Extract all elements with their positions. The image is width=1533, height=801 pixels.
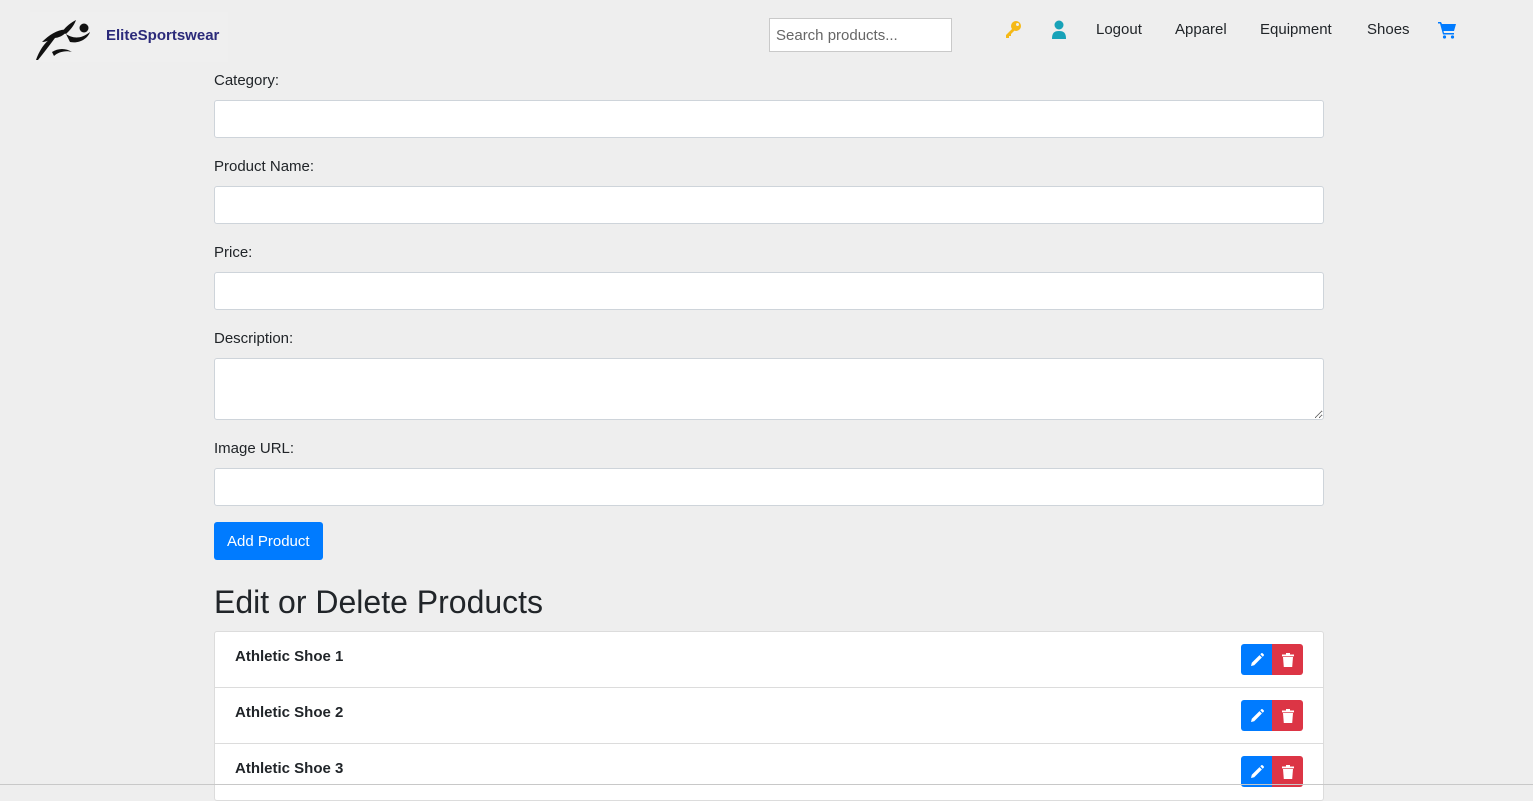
product-name-input[interactable]: [214, 186, 1324, 224]
list-item: Athletic Shoe 2: [215, 688, 1323, 744]
list-item: Athletic Shoe 1: [215, 632, 1323, 688]
nav-link-shoes[interactable]: Shoes: [1367, 21, 1410, 38]
brand[interactable]: EliteSportswear: [30, 12, 228, 62]
key-icon[interactable]: [1003, 20, 1023, 40]
section-title: Edit or Delete Products: [214, 584, 544, 620]
nav-link-equipment[interactable]: Equipment: [1260, 21, 1332, 38]
trash-icon: [1281, 708, 1294, 723]
runner-icon: [36, 20, 90, 60]
user-icon[interactable]: [1049, 20, 1069, 40]
pencil-icon: [1250, 652, 1264, 666]
price-label: Price:: [214, 244, 253, 261]
description-textarea[interactable]: [214, 358, 1324, 420]
delete-button[interactable]: [1272, 700, 1303, 731]
pencil-icon: [1250, 708, 1264, 722]
list-item: Athletic Shoe 3: [215, 744, 1323, 800]
add-product-button[interactable]: Add Product: [214, 522, 323, 560]
product-list: Athletic Shoe 1 Athletic Shoe 2 Athletic…: [214, 631, 1324, 801]
action-buttons: [1241, 700, 1303, 731]
delete-button[interactable]: [1272, 756, 1303, 787]
nav-link-logout[interactable]: Logout: [1096, 21, 1142, 38]
nav-link-apparel[interactable]: Apparel: [1175, 21, 1227, 38]
cart-icon[interactable]: [1437, 20, 1457, 40]
trash-icon: [1281, 652, 1294, 667]
product-name: Athletic Shoe 1: [235, 648, 344, 665]
category-input[interactable]: [214, 100, 1324, 138]
category-label: Category:: [214, 72, 280, 89]
product-name: Athletic Shoe 2: [235, 704, 344, 721]
price-input[interactable]: [214, 272, 1324, 310]
image-url-label: Image URL:: [214, 440, 295, 457]
page-bottom-divider: [0, 784, 1533, 785]
delete-button[interactable]: [1272, 644, 1303, 675]
navbar: EliteSportswear Logout Apparel Equipment…: [0, 0, 1533, 70]
action-buttons: [1241, 756, 1303, 787]
image-url-input[interactable]: [214, 468, 1324, 506]
product-name: Athletic Shoe 3: [235, 760, 344, 777]
edit-button[interactable]: [1241, 700, 1272, 731]
description-label: Description:: [214, 330, 294, 347]
brand-name: EliteSportswear: [106, 26, 220, 44]
search-input[interactable]: [769, 18, 952, 52]
product-name-label: Product Name:: [214, 158, 315, 175]
pencil-icon: [1250, 764, 1264, 778]
edit-button[interactable]: [1241, 644, 1272, 675]
trash-icon: [1281, 764, 1294, 779]
action-buttons: [1241, 644, 1303, 675]
edit-button[interactable]: [1241, 756, 1272, 787]
